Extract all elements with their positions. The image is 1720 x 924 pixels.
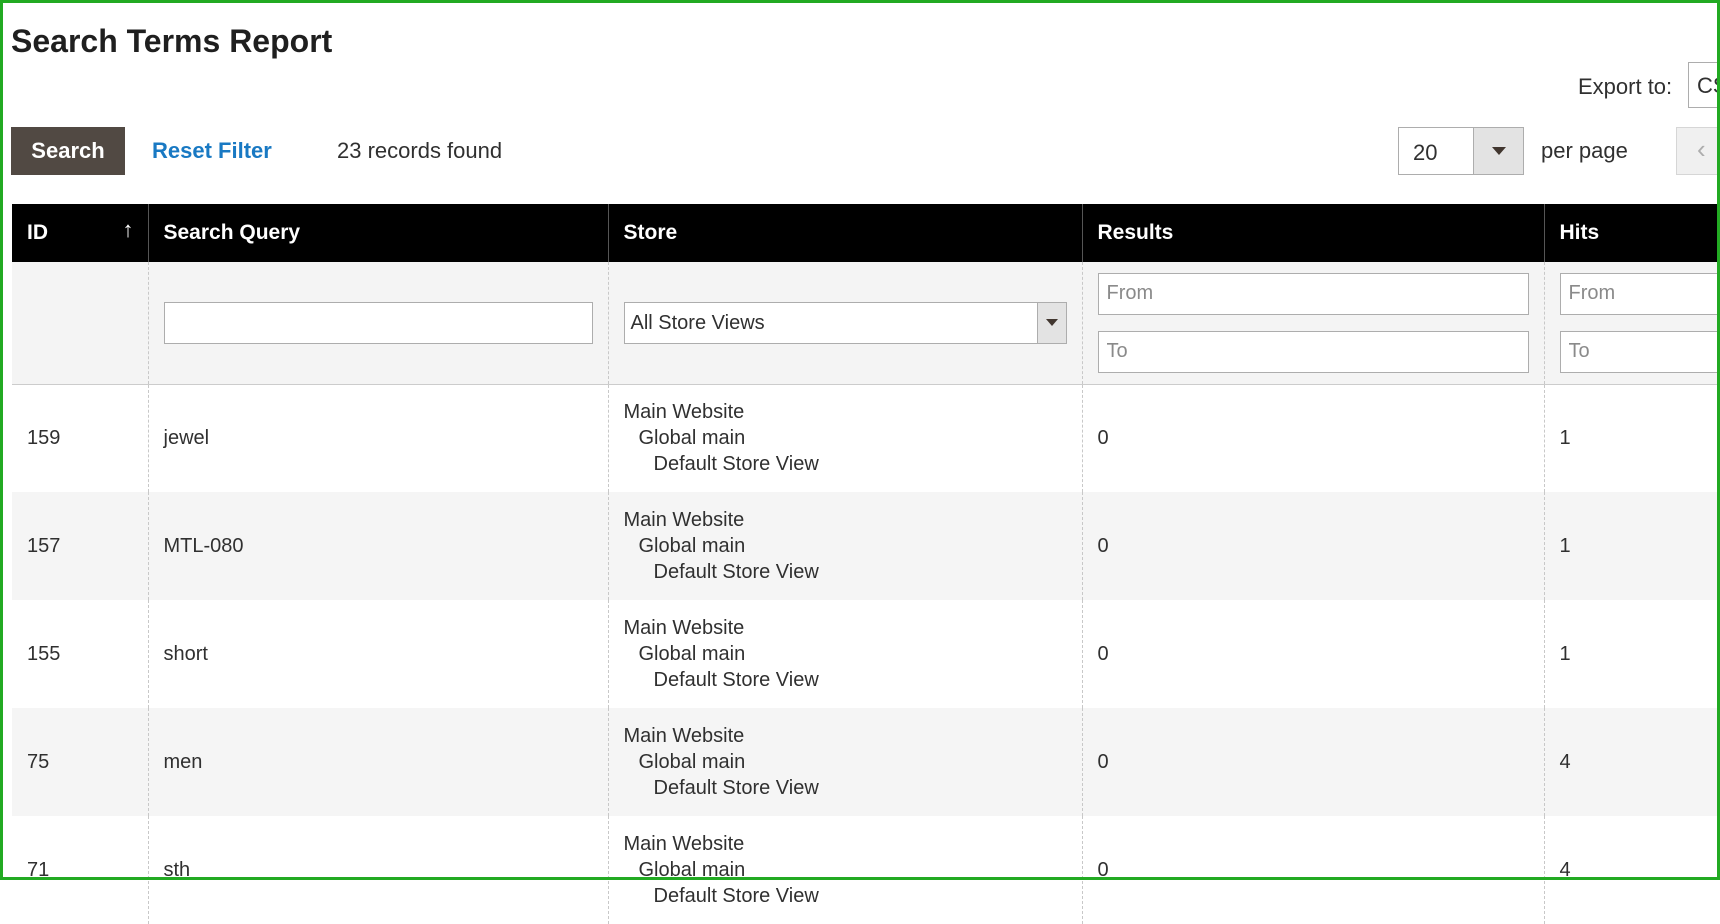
search-button[interactable]: Search	[11, 127, 125, 175]
search-query-filter-input[interactable]	[164, 302, 593, 344]
search-terms-grid: ID ↑ Search Query Store Results Hits All…	[12, 204, 1720, 924]
cell-id: 155	[12, 600, 148, 708]
column-header-id[interactable]: ID ↑	[12, 204, 148, 262]
export-label: Export to:	[1578, 74, 1672, 100]
store-filter-dropdown-button[interactable]	[1037, 303, 1066, 343]
store-view: Default Store View	[624, 667, 1067, 693]
column-header-hits[interactable]: Hits	[1544, 204, 1720, 262]
table-row[interactable]: 71 sth Main Website Global main Default …	[12, 816, 1720, 924]
reset-filter-link[interactable]: Reset Filter	[152, 138, 272, 164]
store-filter-value: All Store Views	[631, 312, 765, 335]
cell-results: 0	[1082, 600, 1544, 708]
cell-hits: 1	[1544, 600, 1720, 708]
export-format-select[interactable]: CSV	[1688, 62, 1720, 108]
store-website: Main Website	[624, 723, 1067, 749]
table-row[interactable]: 75 men Main Website Global main Default …	[12, 708, 1720, 816]
cell-hits: 4	[1544, 708, 1720, 816]
cell-id: 157	[12, 492, 148, 600]
store-group: Global main	[624, 857, 1067, 883]
chevron-left-icon: ‹	[1697, 134, 1706, 164]
store-view: Default Store View	[624, 451, 1067, 477]
results-from-input[interactable]	[1098, 273, 1529, 315]
filter-cell-search-query	[148, 262, 608, 384]
cell-hits: 1	[1544, 384, 1720, 492]
cell-id: 159	[12, 384, 148, 492]
store-view: Default Store View	[624, 559, 1067, 585]
hits-to-input[interactable]	[1560, 331, 1720, 373]
table-row[interactable]: 157 MTL-080 Main Website Global main Def…	[12, 492, 1720, 600]
grid-header-row: ID ↑ Search Query Store Results Hits	[12, 204, 1720, 262]
column-header-store[interactable]: Store	[608, 204, 1082, 262]
cell-search-query: jewel	[148, 384, 608, 492]
chevron-down-icon	[1046, 319, 1058, 326]
store-website: Main Website	[624, 399, 1067, 425]
filter-cell-id	[12, 262, 148, 384]
page-title: Search Terms Report	[11, 21, 332, 61]
cell-search-query: men	[148, 708, 608, 816]
cell-results: 0	[1082, 384, 1544, 492]
table-row[interactable]: 159 jewel Main Website Global main Defau…	[12, 384, 1720, 492]
hits-from-input[interactable]	[1560, 273, 1720, 315]
cell-search-query: MTL-080	[148, 492, 608, 600]
column-header-results[interactable]: Results	[1082, 204, 1544, 262]
column-header-id-label: ID	[27, 221, 48, 244]
results-to-input[interactable]	[1098, 331, 1529, 373]
store-website: Main Website	[624, 507, 1067, 533]
per-page-select[interactable]: 20	[1398, 127, 1524, 175]
cell-hits: 1	[1544, 492, 1720, 600]
filter-row: All Store Views	[12, 262, 1720, 384]
filter-cell-hits	[1544, 262, 1720, 384]
previous-page-button[interactable]: ‹	[1676, 127, 1720, 175]
store-group: Global main	[624, 425, 1067, 451]
store-website: Main Website	[624, 831, 1067, 857]
chevron-down-icon	[1492, 147, 1506, 155]
store-view: Default Store View	[624, 775, 1067, 801]
cell-hits: 4	[1544, 816, 1720, 924]
cell-store: Main Website Global main Default Store V…	[608, 708, 1082, 816]
cell-results: 0	[1082, 492, 1544, 600]
per-page-label: per page	[1541, 138, 1628, 164]
cell-results: 0	[1082, 816, 1544, 924]
store-filter-select[interactable]: All Store Views	[624, 302, 1067, 344]
cell-results: 0	[1082, 708, 1544, 816]
cell-store: Main Website Global main Default Store V…	[608, 384, 1082, 492]
cell-store: Main Website Global main Default Store V…	[608, 492, 1082, 600]
cell-search-query: short	[148, 600, 608, 708]
column-header-search-query[interactable]: Search Query	[148, 204, 608, 262]
store-website: Main Website	[624, 615, 1067, 641]
records-found-count: 23 records found	[337, 138, 502, 164]
filter-cell-results	[1082, 262, 1544, 384]
cell-id: 71	[12, 816, 148, 924]
sort-ascending-icon: ↑	[123, 217, 134, 243]
table-row[interactable]: 155 short Main Website Global main Defau…	[12, 600, 1720, 708]
store-view: Default Store View	[624, 883, 1067, 909]
per-page-dropdown-button[interactable]	[1473, 128, 1523, 174]
cell-store: Main Website Global main Default Store V…	[608, 600, 1082, 708]
per-page-value: 20	[1413, 140, 1437, 166]
filter-cell-store: All Store Views	[608, 262, 1082, 384]
store-group: Global main	[624, 533, 1067, 559]
store-group: Global main	[624, 641, 1067, 667]
cell-search-query: sth	[148, 816, 608, 924]
cell-store: Main Website Global main Default Store V…	[608, 816, 1082, 924]
cell-id: 75	[12, 708, 148, 816]
store-group: Global main	[624, 749, 1067, 775]
